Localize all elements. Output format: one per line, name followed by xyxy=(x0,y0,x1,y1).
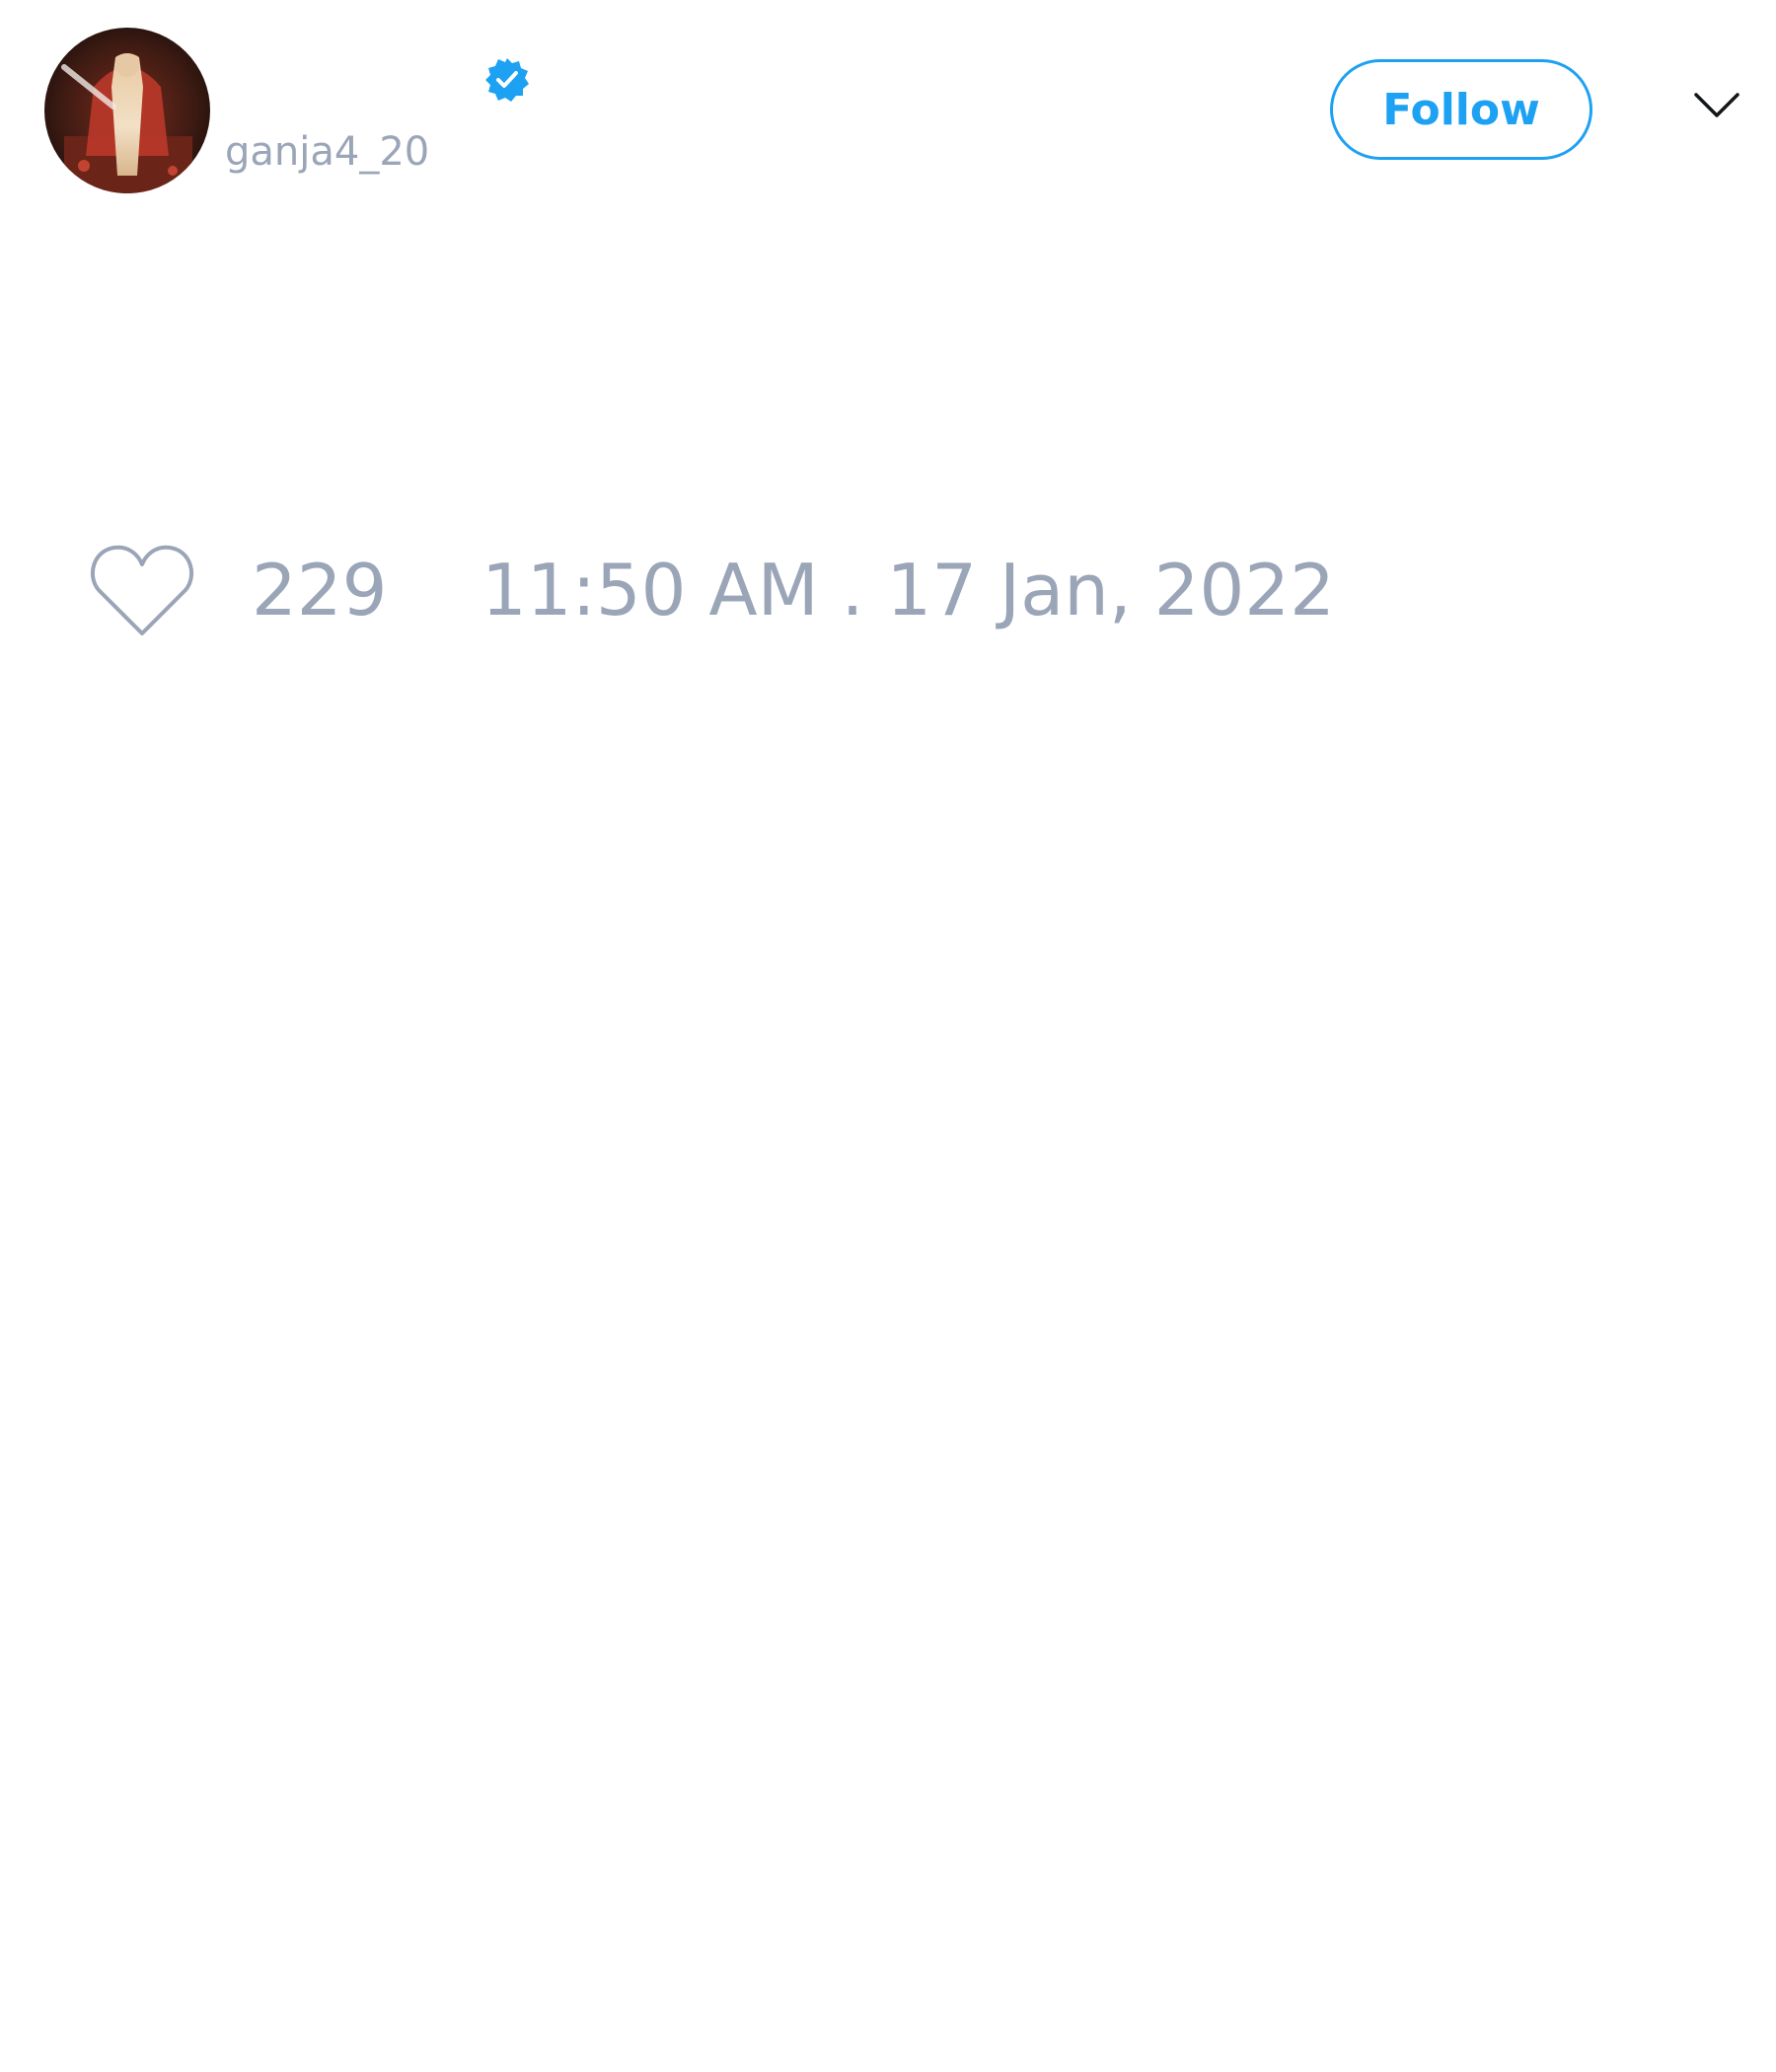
user-handle[interactable]: ganja4_20 xyxy=(225,126,429,178)
avatar[interactable] xyxy=(44,28,210,193)
like-count: 229 xyxy=(252,549,388,631)
verified-badge-icon xyxy=(485,58,529,102)
heart-outline-icon[interactable] xyxy=(89,541,195,639)
avatar-image xyxy=(44,28,210,193)
tweet-timestamp[interactable]: 11:50 AM . 17 Jan, 2022 xyxy=(481,549,1335,631)
follow-button[interactable]: Follow xyxy=(1330,59,1592,160)
chevron-down-icon[interactable] xyxy=(1693,91,1740,120)
